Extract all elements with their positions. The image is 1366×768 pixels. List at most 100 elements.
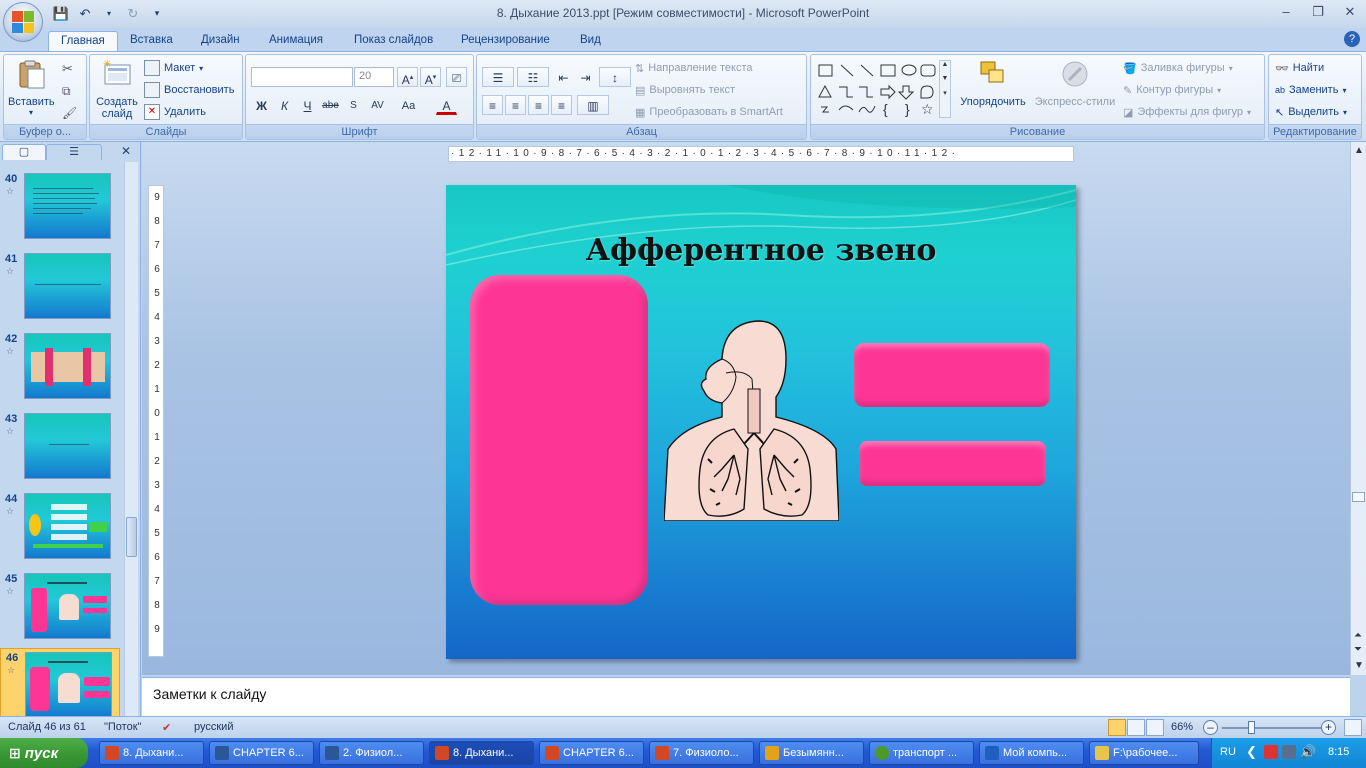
tab-review[interactable]: Рецензирование bbox=[449, 31, 562, 51]
columns-button[interactable]: ▥ bbox=[577, 95, 609, 115]
spellcheck-icon[interactable]: ✔ bbox=[162, 721, 171, 734]
respiratory-system-illustration[interactable] bbox=[664, 319, 839, 521]
strikethrough-button[interactable]: abe bbox=[320, 95, 341, 115]
font-size-field[interactable]: 20 bbox=[354, 67, 394, 87]
close-button[interactable]: ✕ bbox=[1340, 3, 1360, 21]
scrollbar-thumb[interactable] bbox=[126, 517, 137, 557]
align-left-button[interactable]: ≡ bbox=[482, 95, 503, 115]
shape-effects-button[interactable]: ◪ Эффекты для фигур ▾ bbox=[1123, 102, 1251, 122]
language-bar[interactable]: RU bbox=[1220, 746, 1236, 758]
taskbar-item[interactable]: Мой компь... bbox=[979, 741, 1084, 765]
close-icon[interactable]: ✕ bbox=[121, 144, 131, 158]
tab-animation[interactable]: Анимация bbox=[257, 31, 335, 51]
font-name-field[interactable] bbox=[251, 67, 353, 87]
copy-button[interactable]: ⧉ bbox=[62, 81, 71, 101]
scrollbar-thumb[interactable] bbox=[1352, 492, 1365, 502]
cut-button[interactable]: ✂ bbox=[62, 59, 73, 79]
taskbar-item[interactable]: транспорт ... bbox=[869, 741, 974, 765]
line-spacing-button[interactable]: ↕ bbox=[599, 67, 631, 87]
new-slide-button[interactable]: ✳ Создать слайд bbox=[93, 58, 141, 120]
change-case-button[interactable]: Aa bbox=[398, 95, 419, 115]
scroll-up-icon[interactable]: ▲ bbox=[1354, 145, 1364, 156]
slides-pane-scrollbar[interactable] bbox=[124, 162, 138, 716]
restore-button[interactable]: ❐ bbox=[1308, 3, 1328, 21]
tab-slideshow[interactable]: Показ слайдов bbox=[342, 31, 445, 51]
tab-home[interactable]: Главная bbox=[48, 31, 118, 51]
previous-slide-icon[interactable]: ⏶ bbox=[1354, 630, 1362, 641]
underline-button[interactable]: Ч bbox=[297, 95, 318, 115]
fit-to-window-button[interactable] bbox=[1344, 719, 1362, 736]
shapes-scroll[interactable]: ▲ ▼ ▾ bbox=[939, 60, 951, 118]
taskbar-item[interactable]: 7. Физиоло... bbox=[649, 741, 754, 765]
taskbar-item[interactable]: 8. Дыхани... bbox=[99, 741, 204, 765]
quick-styles-button[interactable]: Экспресс-стили bbox=[1033, 58, 1117, 108]
taskbar-item-active[interactable]: 8. Дыхани... bbox=[429, 741, 534, 765]
thumbnail-41[interactable]: 41 ☆ bbox=[0, 250, 120, 326]
taskbar-item[interactable]: CHAPTER 6... bbox=[209, 741, 314, 765]
align-center-button[interactable]: ≡ bbox=[505, 95, 526, 115]
bold-button[interactable]: Ж bbox=[251, 95, 272, 115]
outline-tab[interactable]: ☰ bbox=[46, 144, 102, 160]
taskbar-item[interactable]: 2. Физиол... bbox=[319, 741, 424, 765]
shape-outline-button[interactable]: ✎ Контур фигуры ▾ bbox=[1123, 80, 1221, 100]
tray-arrow-icon[interactable]: ❮ bbox=[1246, 744, 1257, 760]
numbering-button[interactable]: ☷ bbox=[517, 67, 549, 87]
format-painter-button[interactable]: 🖌 bbox=[62, 103, 77, 123]
delete-slide-button[interactable]: ✕ Удалить bbox=[144, 102, 206, 122]
arrange-button[interactable]: Упорядочить bbox=[957, 58, 1029, 108]
shrink-font-button[interactable]: A▾ bbox=[420, 67, 441, 87]
char-spacing-button[interactable]: AV bbox=[367, 95, 388, 115]
select-button[interactable]: ↖ Выделить ▾ bbox=[1275, 102, 1347, 122]
vertical-scrollbar[interactable]: ▲ ⏶ ⏷ ▼ bbox=[1350, 142, 1366, 675]
bullets-button[interactable]: ☰ bbox=[482, 67, 514, 87]
pink-rounded-rectangle-left[interactable] bbox=[470, 275, 648, 605]
office-button[interactable] bbox=[3, 2, 43, 42]
slides-tab[interactable]: ▢ bbox=[2, 144, 46, 160]
shapes-gallery[interactable]: { } ☆ bbox=[817, 62, 947, 118]
notes-pane[interactable]: Заметки к слайду bbox=[142, 677, 1350, 716]
align-text-button[interactable]: ▤ Выровнять текст bbox=[635, 80, 735, 100]
find-button[interactable]: 👓 Найти bbox=[1275, 58, 1324, 78]
zoom-in-button[interactable]: + bbox=[1321, 720, 1336, 735]
layout-button[interactable]: Макет ▾ bbox=[144, 58, 203, 78]
justify-button[interactable]: ≡ bbox=[551, 95, 572, 115]
language-indicator[interactable]: русский bbox=[194, 721, 233, 733]
italic-button[interactable]: К bbox=[274, 95, 295, 115]
clock[interactable]: 8:15 bbox=[1328, 746, 1349, 758]
slide-canvas[interactable]: Афферентное звено bbox=[446, 185, 1076, 659]
thumbnail-44[interactable]: 44 ☆ bbox=[0, 490, 120, 566]
thumbnail-46[interactable]: 46 ☆ bbox=[0, 648, 120, 716]
zoom-slider[interactable] bbox=[1222, 727, 1324, 729]
thumbnail-43[interactable]: 43 ☆ bbox=[0, 410, 120, 486]
antivirus-icon[interactable] bbox=[1264, 745, 1278, 759]
decrease-indent-button[interactable]: ⇤ bbox=[553, 67, 574, 87]
thumbnail-42[interactable]: 42 ☆ bbox=[0, 330, 120, 406]
text-direction-button[interactable]: ⇅ Направление текста bbox=[635, 58, 753, 78]
next-slide-icon[interactable]: ⏷ bbox=[1354, 644, 1362, 655]
zoom-slider-handle[interactable] bbox=[1248, 721, 1255, 734]
slide-sorter-button[interactable] bbox=[1127, 719, 1145, 736]
replace-button[interactable]: ab Заменить ▾ bbox=[1275, 80, 1346, 100]
taskbar-item[interactable]: CHAPTER 6... bbox=[539, 741, 644, 765]
tab-view[interactable]: Вид bbox=[568, 31, 613, 51]
shape-fill-button[interactable]: 🪣 Заливка фигуры ▾ bbox=[1123, 58, 1233, 78]
pink-rounded-rectangle-bottom-right[interactable] bbox=[859, 441, 1046, 486]
paste-button[interactable]: Вставить ▾ bbox=[8, 58, 55, 117]
volume-icon[interactable]: 🔊 bbox=[1300, 744, 1316, 760]
start-button[interactable]: ⊞ пуск bbox=[0, 738, 88, 768]
reset-button[interactable]: Восстановить bbox=[144, 80, 234, 100]
shadow-button[interactable]: S bbox=[343, 95, 364, 115]
network-icon[interactable] bbox=[1282, 745, 1296, 759]
slide-title[interactable]: Афферентное звено bbox=[446, 233, 1076, 268]
tab-design[interactable]: Дизайн bbox=[189, 31, 252, 51]
slideshow-view-button[interactable] bbox=[1146, 719, 1164, 736]
taskbar-item[interactable]: Безымянн... bbox=[759, 741, 864, 765]
help-icon[interactable]: ? bbox=[1344, 31, 1360, 47]
scroll-down-icon[interactable]: ▼ bbox=[1354, 660, 1364, 671]
minimize-button[interactable]: – bbox=[1276, 3, 1296, 21]
smartart-button[interactable]: ▦ Преобразовать в SmartArt bbox=[635, 102, 783, 122]
increase-indent-button[interactable]: ⇥ bbox=[575, 67, 596, 87]
thumbnail-40[interactable]: 40 ☆ bbox=[0, 170, 120, 246]
taskbar-item[interactable]: F:\рабочее... bbox=[1089, 741, 1199, 765]
zoom-level[interactable]: 66% bbox=[1171, 721, 1193, 733]
